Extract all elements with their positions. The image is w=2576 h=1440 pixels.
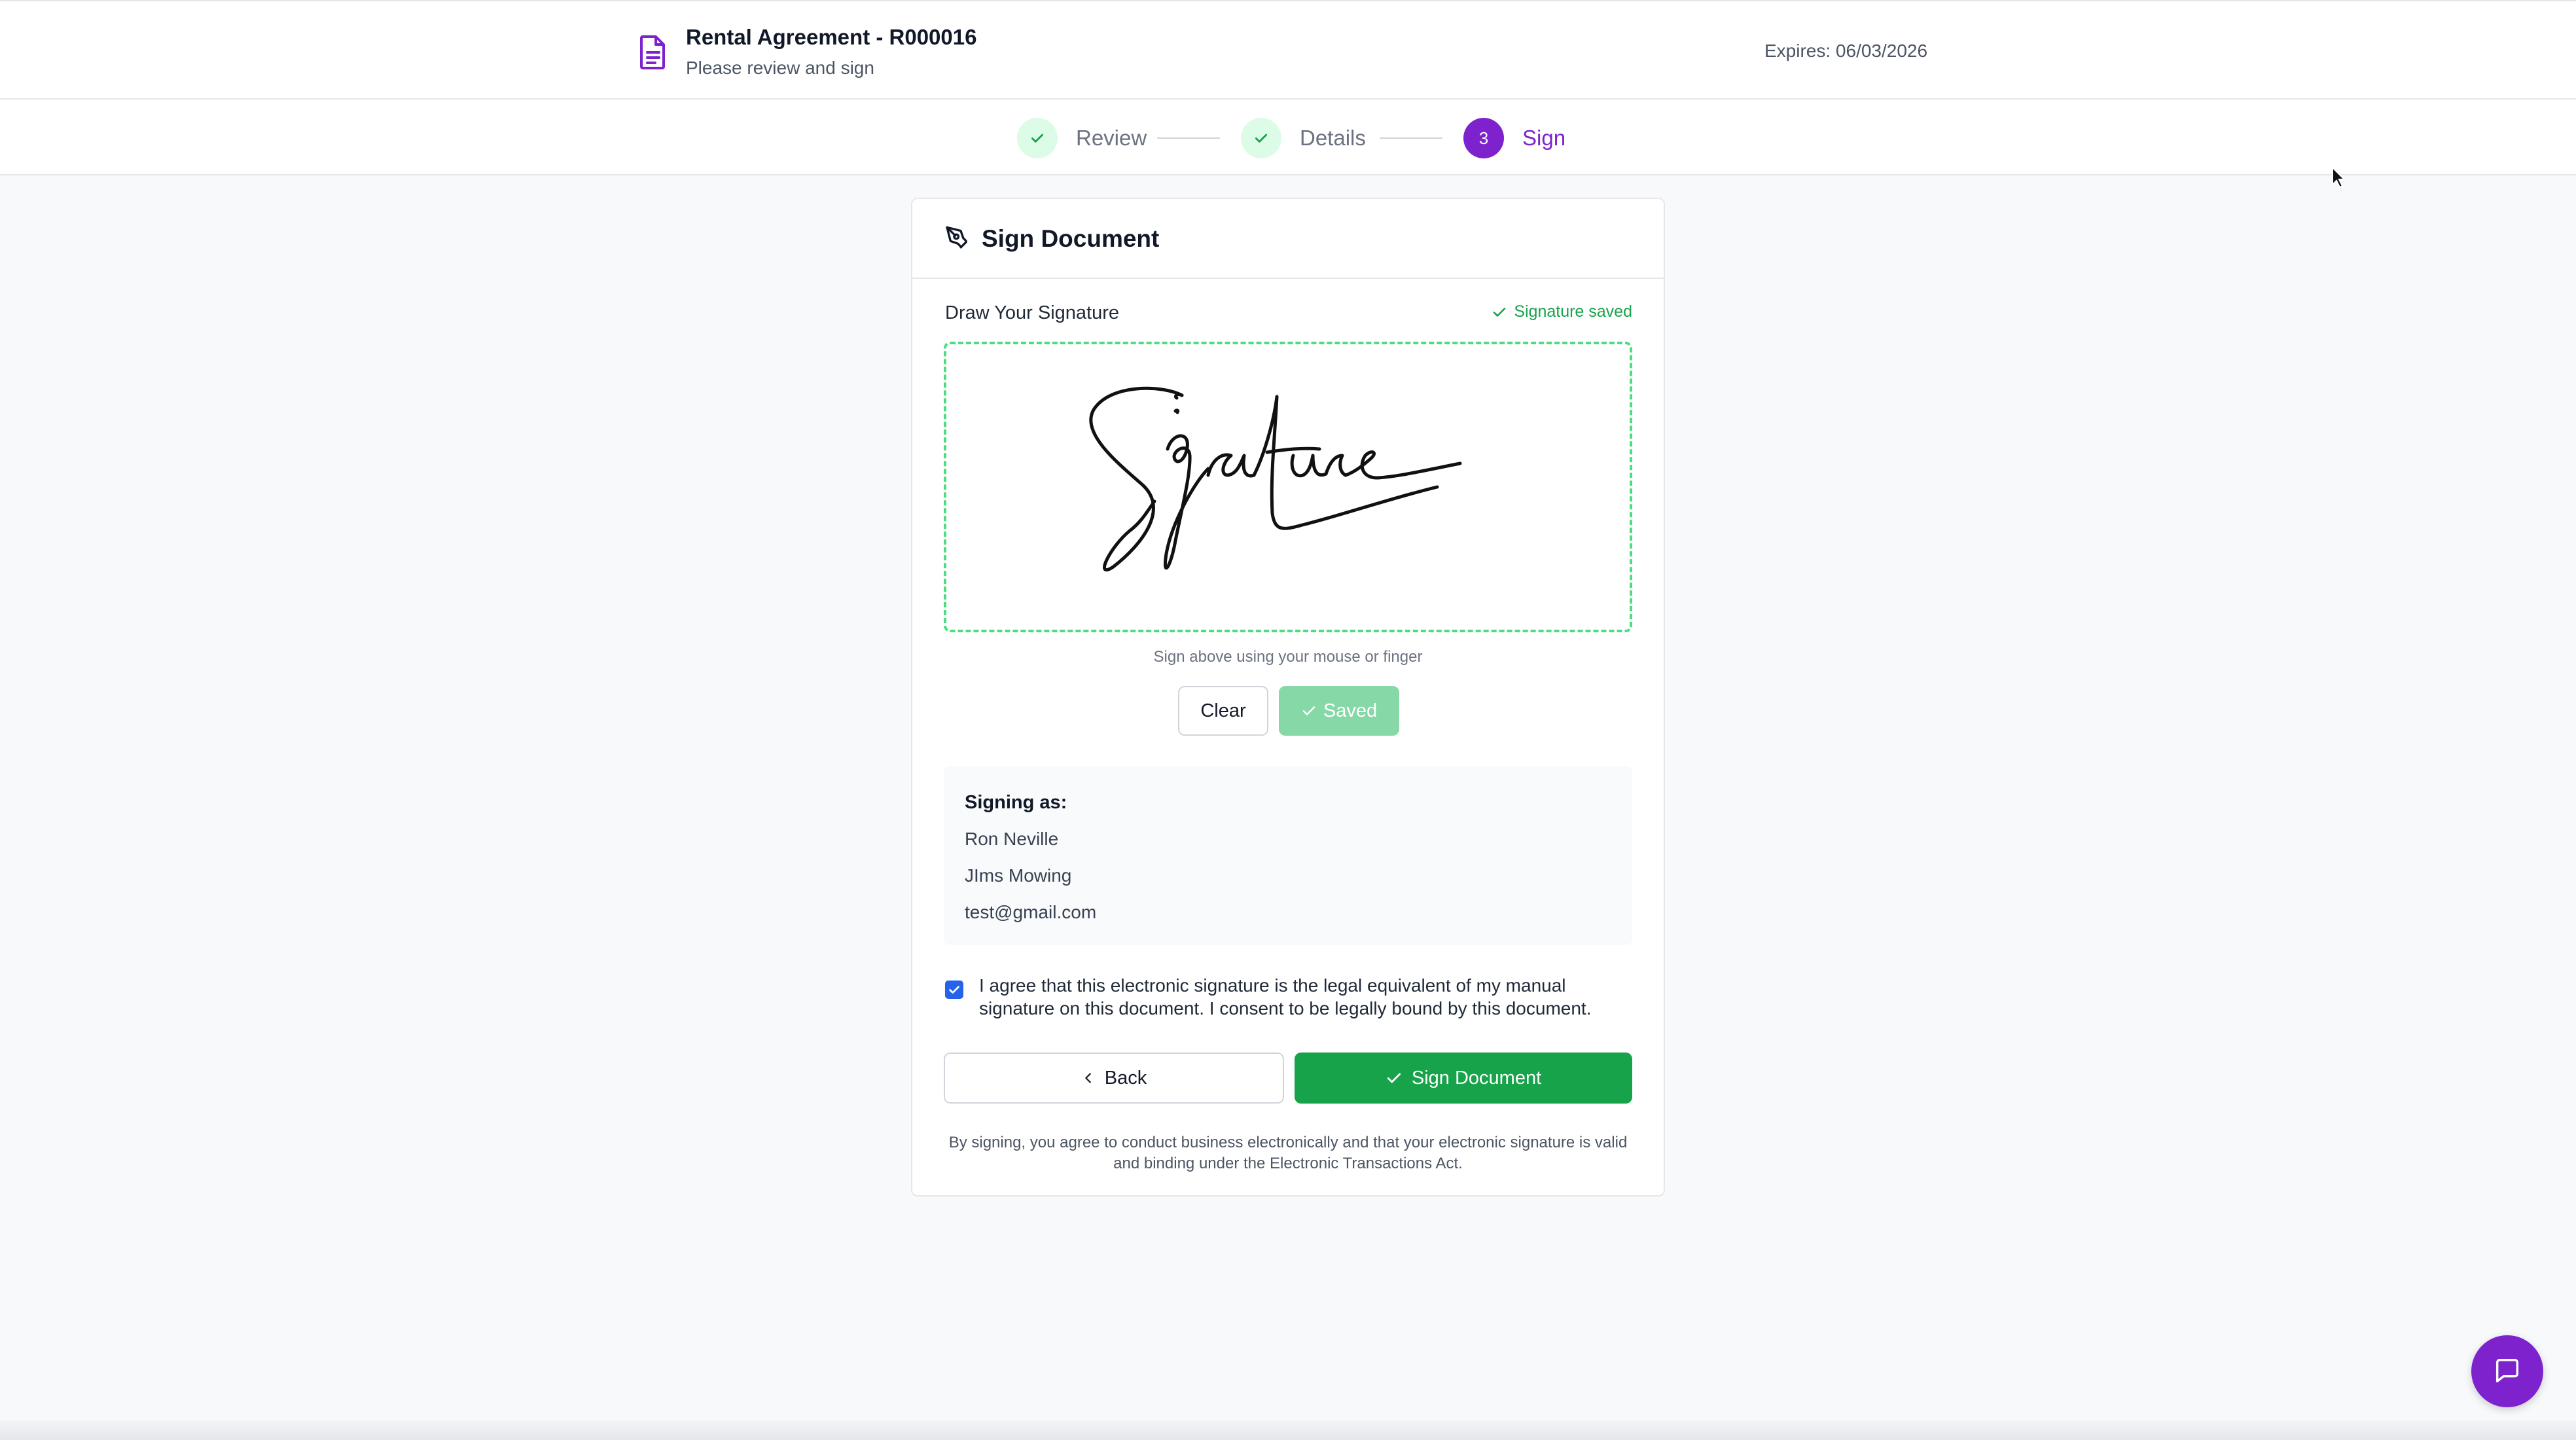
step-label-sign: Sign <box>1522 126 1566 150</box>
signer-info-panel: Signing as: Ron Neville JIms Mowing test… <box>944 766 1632 945</box>
page-title: Rental Agreement - R000016 <box>686 25 977 49</box>
draw-signature-label: Draw Your Signature <box>945 302 1119 323</box>
saved-button[interactable]: Saved <box>1279 686 1399 736</box>
saved-button-label: Saved <box>1323 700 1378 721</box>
sign-document-button[interactable]: Sign Document <box>1295 1053 1632 1104</box>
agreement-checkbox[interactable] <box>945 981 963 999</box>
signature-saved-text: Signature saved <box>1514 302 1632 321</box>
legal-disclaimer: By signing, you agree to conduct busines… <box>948 1134 1628 1172</box>
signature-saved-status: Signature saved <box>1492 302 1632 321</box>
step-sign: 3 Sign <box>1463 118 1565 158</box>
signer-company: JIms Mowing <box>965 865 1072 886</box>
window-bottom-edge <box>0 1420 2576 1440</box>
progress-stepper: Review Details 3 Sign <box>0 99 2576 175</box>
signature-drawing <box>1089 386 1462 572</box>
checkmark-icon <box>949 986 959 994</box>
signer-heading: Signing as: <box>965 792 1067 813</box>
mouse-cursor-icon <box>2332 166 2346 189</box>
step-details: Details <box>1241 118 1366 158</box>
step-complete-check-icon <box>1241 118 1281 158</box>
pen-tool-icon <box>946 226 967 249</box>
clear-button[interactable]: Clear <box>1178 686 1268 736</box>
chat-button[interactable] <box>2471 1335 2543 1407</box>
card-title: Sign Document <box>982 225 1160 252</box>
chevron-left-icon <box>1084 1073 1091 1083</box>
step-complete-check-icon <box>1017 118 1058 158</box>
agreement-text: I agree that this electronic signature i… <box>979 975 1592 1018</box>
back-button-label: Back <box>1104 1067 1147 1089</box>
step-connector <box>1157 137 1220 139</box>
signature-hint: Sign above using your mouse or finger <box>1153 648 1423 666</box>
card-header: Sign Document <box>912 199 1664 279</box>
chat-bubble-icon <box>2496 1359 2519 1383</box>
step-label-details: Details <box>1300 126 1366 150</box>
check-icon <box>1494 307 1506 317</box>
signature-pad[interactable] <box>944 342 1632 632</box>
step-review: Review <box>1017 118 1147 158</box>
sign-document-card: Sign Document Draw Your Signature Signat… <box>911 198 1665 1197</box>
check-icon <box>1387 1073 1401 1083</box>
document-icon <box>640 35 665 69</box>
back-button[interactable]: Back <box>944 1053 1284 1104</box>
sign-document-button-label: Sign Document <box>1411 1067 1542 1089</box>
check-icon <box>1302 706 1315 715</box>
step-connector <box>1380 137 1442 139</box>
step-label-review: Review <box>1076 126 1147 150</box>
step-number: 3 <box>1463 118 1504 158</box>
document-header: Rental Agreement - R000016 Please review… <box>0 0 2576 99</box>
signer-email: test@gmail.com <box>965 902 1097 922</box>
signer-name: Ron Neville <box>965 829 1059 849</box>
page-subtitle: Please review and sign <box>686 58 874 78</box>
expiry-date: Expires: 06/03/2026 <box>1764 41 1928 61</box>
